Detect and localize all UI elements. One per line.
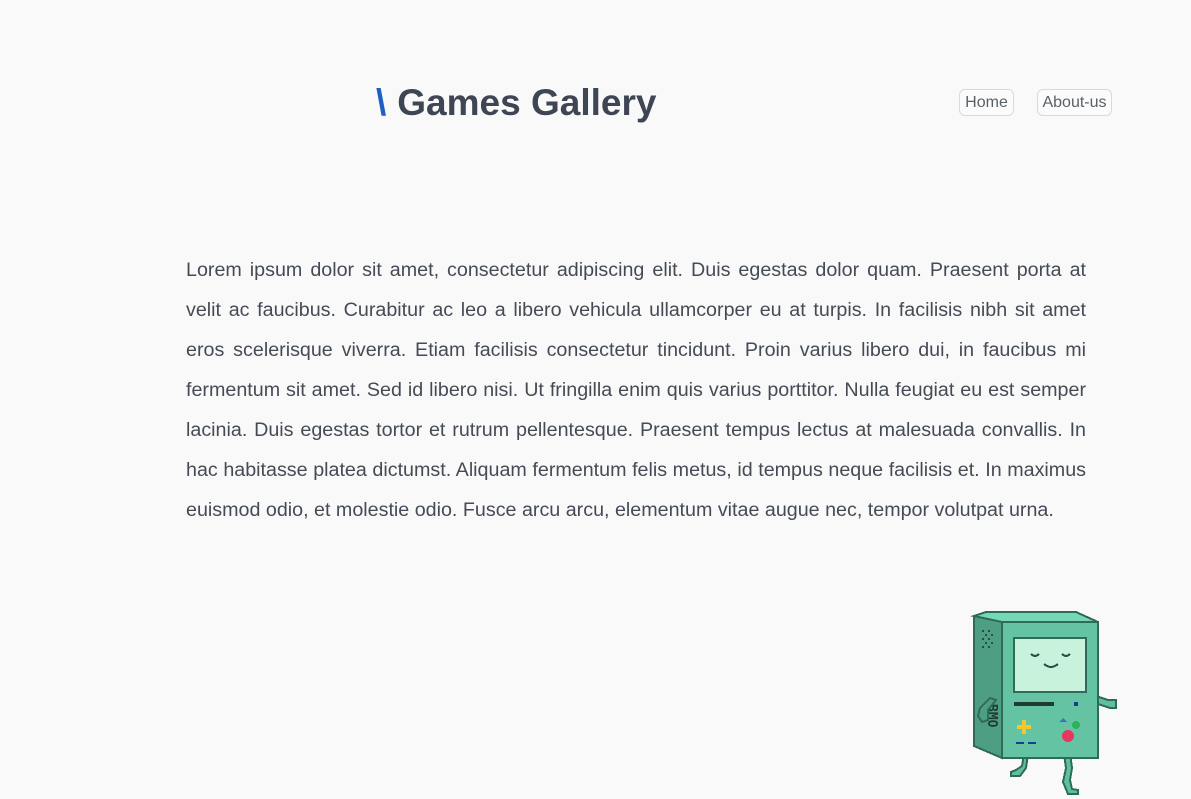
nav-about-us-button[interactable]: About-us <box>1037 89 1112 116</box>
main-nav: Home About-us <box>0 89 1191 116</box>
bmo-mascot-icon: BMO <box>966 608 1118 798</box>
page: \ Games Gallery Home About-us Lorem ipsu… <box>0 0 1191 799</box>
nav-home-button[interactable]: Home <box>959 89 1014 116</box>
intro-paragraph: Lorem ipsum dolor sit amet, consectetur … <box>186 258 1086 521</box>
